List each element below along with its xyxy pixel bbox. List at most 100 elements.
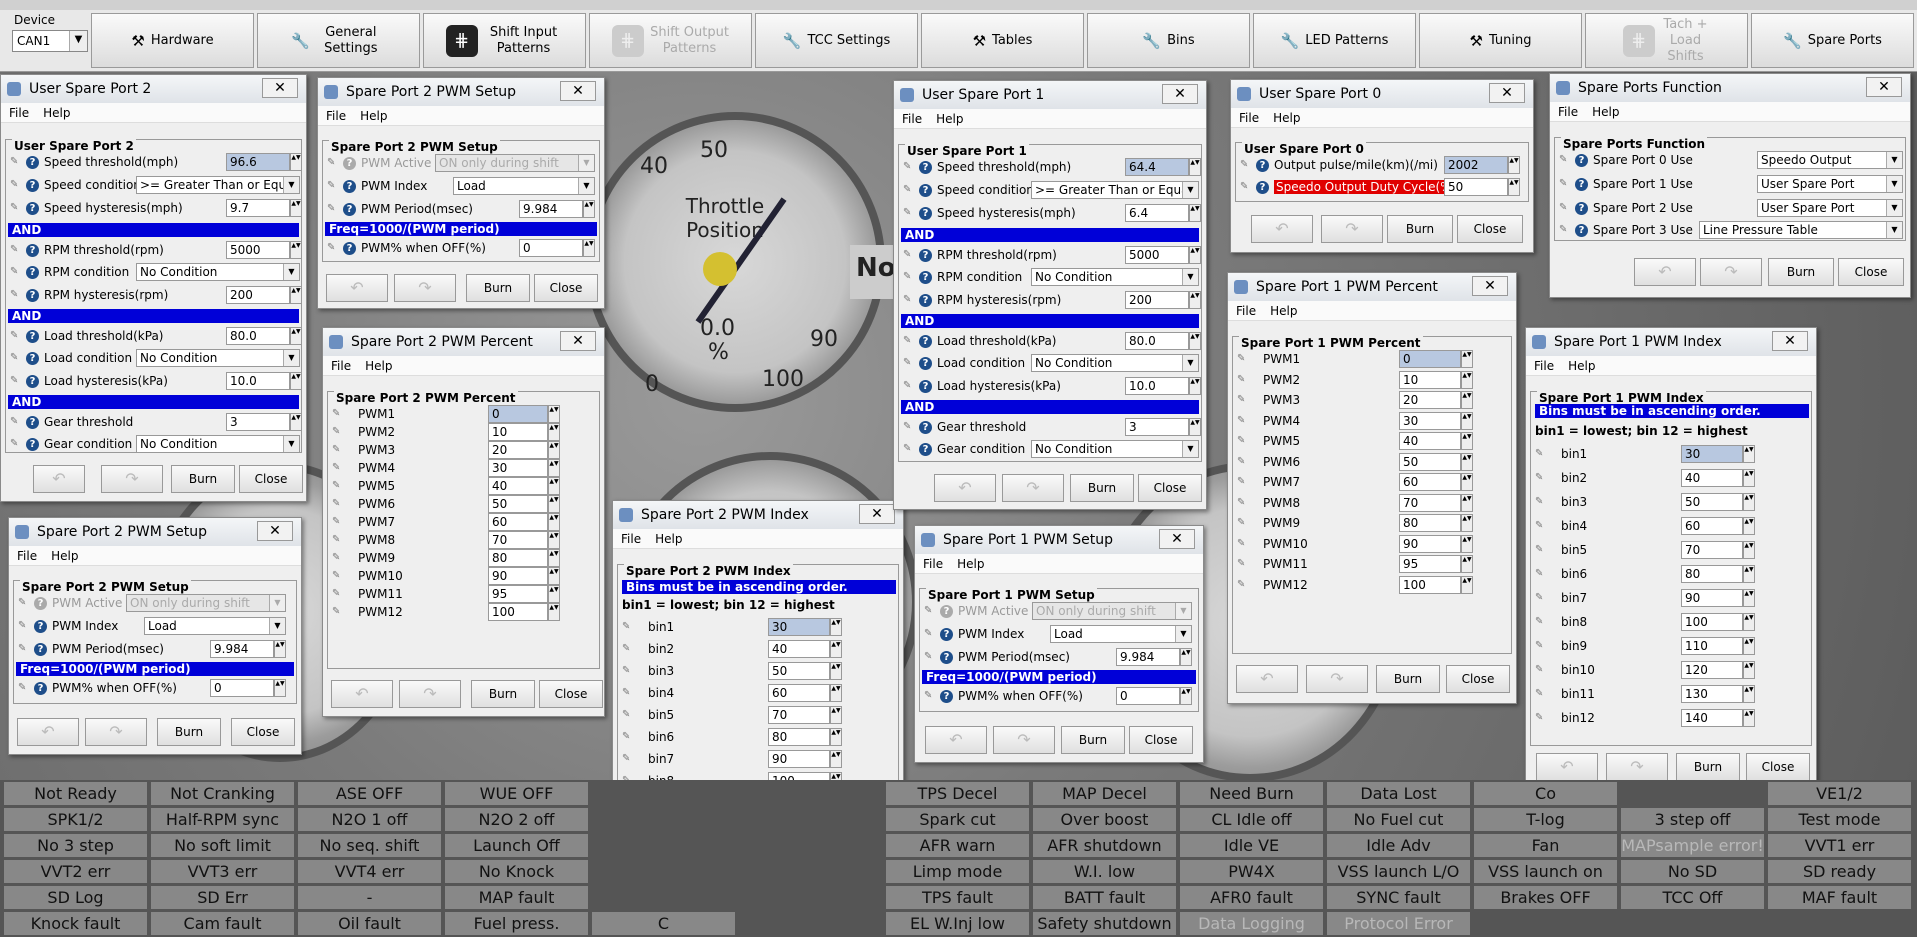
spinner[interactable]: ▲▼ bbox=[1461, 575, 1473, 594]
help-icon[interactable]: ? bbox=[919, 293, 932, 307]
toolbar-button-led-patterns[interactable]: 🔧 LED Patterns bbox=[1253, 13, 1416, 68]
spinner[interactable]: ▲▼ bbox=[830, 706, 842, 724]
spinner[interactable]: ▲▼ bbox=[1743, 589, 1755, 607]
spinner[interactable]: ▲▼ bbox=[1743, 685, 1755, 703]
help-icon[interactable]: ? bbox=[34, 596, 47, 610]
toolbar-button-shift-output-patterns[interactable]: ⋕ Shift Output Patterns bbox=[589, 13, 752, 68]
toolbar-button-bins[interactable]: 🔧 Bins bbox=[1087, 13, 1250, 68]
pwm-off-input[interactable]: 0 bbox=[210, 679, 274, 697]
value-input[interactable]: 20 bbox=[1399, 391, 1461, 409]
menu-file[interactable]: File bbox=[17, 549, 37, 563]
help-icon[interactable]: ? bbox=[940, 650, 953, 664]
output-pulse-input[interactable]: 2002 bbox=[1444, 156, 1508, 174]
help-icon[interactable]: ? bbox=[26, 288, 39, 302]
spinner[interactable]: ▲▼ bbox=[290, 199, 302, 217]
spinner[interactable]: ▲▼ bbox=[290, 327, 302, 345]
menu-file[interactable]: File bbox=[1534, 359, 1554, 373]
value-input[interactable]: 60 bbox=[488, 513, 548, 531]
menu-help[interactable]: Help bbox=[1273, 111, 1300, 125]
speed-threshold-input[interactable]: 64.4 bbox=[1125, 158, 1189, 176]
close-icon[interactable]: ✕ bbox=[1162, 84, 1198, 104]
close-icon[interactable]: ✕ bbox=[1772, 331, 1808, 351]
close-button[interactable]: Close bbox=[1138, 474, 1202, 502]
undo-button[interactable]: ↶ bbox=[326, 274, 388, 302]
spinner[interactable]: ▲▼ bbox=[1743, 445, 1755, 463]
pwm-index-select[interactable]: Load ▼ bbox=[1050, 625, 1192, 643]
value-input[interactable]: 80 bbox=[488, 549, 548, 567]
spinner[interactable]: ▲▼ bbox=[290, 413, 302, 431]
undo-button[interactable]: ↶ bbox=[331, 680, 393, 708]
burn-button[interactable]: Burn bbox=[1061, 726, 1125, 754]
undo-button[interactable]: ↶ bbox=[1536, 753, 1598, 781]
help-icon[interactable]: ? bbox=[343, 202, 356, 216]
close-button[interactable]: Close bbox=[534, 274, 598, 302]
redo-button[interactable]: ↷ bbox=[1306, 665, 1368, 693]
spinner[interactable]: ▲▼ bbox=[830, 750, 842, 768]
redo-button[interactable]: ↷ bbox=[1700, 258, 1762, 286]
spinner[interactable]: ▲▼ bbox=[1189, 332, 1201, 350]
burn-button[interactable]: Burn bbox=[1768, 258, 1834, 286]
help-icon[interactable]: ? bbox=[343, 241, 356, 255]
close-button[interactable]: Close bbox=[239, 465, 303, 493]
pwm-index-select[interactable]: Load ▼ bbox=[144, 617, 286, 635]
close-button[interactable]: Close bbox=[1746, 753, 1810, 781]
toolbar-button-tables[interactable]: ⚒ Tables bbox=[921, 13, 1084, 68]
spinner[interactable]: ▲▼ bbox=[1461, 370, 1473, 389]
rpm-condition-select[interactable]: No Condition ▼ bbox=[1031, 268, 1199, 286]
pwm-active-select[interactable]: ON only during shift ▼ bbox=[435, 154, 595, 172]
value-input[interactable]: 60 bbox=[1681, 517, 1743, 535]
menu-help[interactable]: Help bbox=[655, 532, 682, 546]
load-condition-select[interactable]: No Condition ▼ bbox=[1031, 354, 1199, 372]
value-input[interactable]: 60 bbox=[1399, 473, 1461, 491]
spinner[interactable]: ▲▼ bbox=[1461, 411, 1473, 430]
value-input[interactable]: 0 bbox=[488, 405, 548, 423]
value-input[interactable]: 30 bbox=[1681, 445, 1743, 463]
spinner[interactable]: ▲▼ bbox=[1461, 473, 1473, 491]
value-input[interactable]: 80 bbox=[768, 728, 830, 746]
help-icon[interactable]: ? bbox=[940, 627, 953, 641]
close-icon[interactable]: ✕ bbox=[560, 331, 596, 351]
value-input[interactable]: 80 bbox=[1681, 565, 1743, 583]
spinner[interactable]: ▲▼ bbox=[1461, 534, 1473, 553]
load-condition-select[interactable]: No Condition ▼ bbox=[136, 349, 300, 367]
close-button[interactable]: Close bbox=[1457, 215, 1523, 243]
close-button[interactable]: Close bbox=[1446, 665, 1510, 693]
redo-button[interactable]: ↷ bbox=[993, 726, 1055, 754]
help-icon[interactable]: ? bbox=[26, 265, 39, 279]
spare-port-1-use-select[interactable]: User Spare Port ▼ bbox=[1757, 175, 1903, 193]
menu-help[interactable]: Help bbox=[1270, 304, 1297, 318]
rpm-hysteresis-input[interactable]: 200 bbox=[226, 286, 290, 304]
burn-button[interactable]: Burn bbox=[157, 718, 221, 746]
help-icon[interactable]: ? bbox=[34, 681, 47, 695]
value-input[interactable]: 90 bbox=[1681, 589, 1743, 607]
menu-file[interactable]: File bbox=[1558, 105, 1578, 119]
burn-button[interactable]: Burn bbox=[1676, 753, 1740, 781]
spinner[interactable]: ▲▼ bbox=[290, 372, 302, 390]
value-input[interactable]: 20 bbox=[488, 441, 548, 459]
menu-help[interactable]: Help bbox=[43, 106, 70, 120]
pwm-period-input[interactable]: 9.984 bbox=[519, 200, 583, 218]
spinner[interactable]: ▲▼ bbox=[548, 459, 560, 477]
help-icon[interactable]: ? bbox=[919, 334, 932, 348]
value-input[interactable]: 95 bbox=[488, 585, 548, 603]
help-icon[interactable]: ? bbox=[919, 270, 932, 284]
spinner[interactable]: ▲▼ bbox=[1743, 661, 1755, 679]
help-icon[interactable]: ? bbox=[26, 178, 39, 192]
value-input[interactable]: 90 bbox=[1399, 534, 1461, 553]
spinner[interactable]: ▲▼ bbox=[548, 531, 560, 549]
menu-help[interactable]: Help bbox=[360, 109, 387, 123]
spinner[interactable]: ▲▼ bbox=[1461, 514, 1473, 532]
help-icon[interactable]: ? bbox=[940, 689, 953, 703]
spinner[interactable]: ▲▼ bbox=[548, 513, 560, 531]
menu-help[interactable]: Help bbox=[1568, 359, 1595, 373]
menu-file[interactable]: File bbox=[1236, 304, 1256, 318]
redo-button[interactable]: ↷ bbox=[1606, 753, 1668, 781]
menu-file[interactable]: File bbox=[1239, 111, 1259, 125]
spinner[interactable]: ▲▼ bbox=[830, 684, 842, 702]
toolbar-button-hardware[interactable]: ⚒ Hardware bbox=[91, 13, 254, 68]
value-input[interactable]: 90 bbox=[488, 567, 548, 585]
spinner[interactable]: ▲▼ bbox=[1743, 613, 1755, 631]
spinner[interactable]: ▲▼ bbox=[274, 640, 286, 658]
spinner[interactable]: ▲▼ bbox=[1508, 178, 1520, 196]
help-icon[interactable]: ? bbox=[34, 642, 47, 656]
